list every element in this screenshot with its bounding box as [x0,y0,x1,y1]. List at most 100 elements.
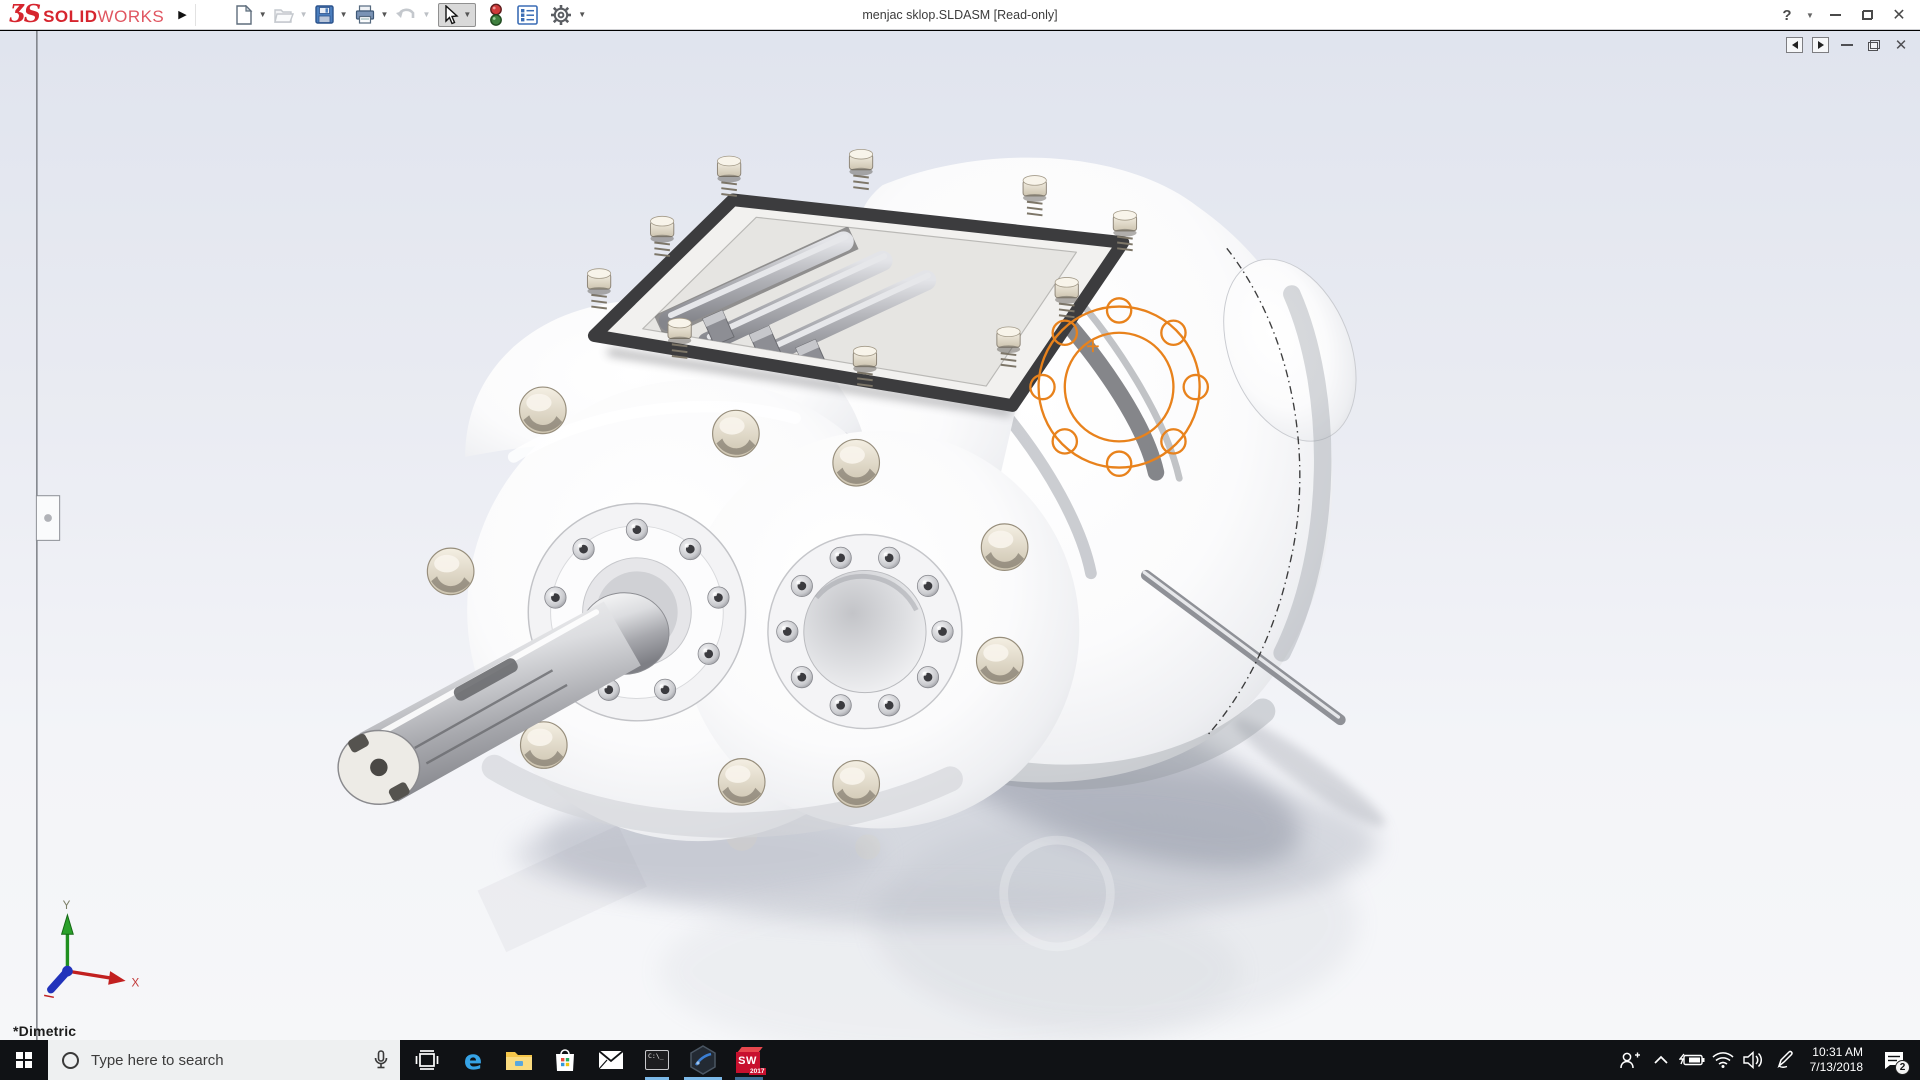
select-cursor-icon [445,4,459,24]
battery-charging-icon [1679,1053,1705,1066]
clock-time: 10:31 AM [1812,1045,1863,1059]
help-button[interactable]: ? [1774,3,1800,27]
brand-works-text: WORKS [97,7,165,26]
restore-icon [1861,10,1873,20]
options-gear-icon [551,4,572,25]
show-hidden-icons-button[interactable] [1648,1040,1675,1080]
task-view-button[interactable] [404,1040,450,1080]
new-dropdown-caret[interactable]: ▼ [259,10,267,19]
speaker-icon [1743,1051,1763,1069]
document-window-controls: ✕ [1786,37,1910,54]
action-center-button[interactable]: 2 [1874,1040,1914,1080]
view-orientation-label: *Dimetric [13,1023,77,1039]
battery-button[interactable] [1679,1040,1706,1080]
taskbar-clock[interactable]: 10:31 AM 7/13/2018 [1803,1045,1870,1075]
undo-button[interactable] [394,4,417,26]
wifi-button[interactable] [1710,1040,1737,1080]
solidworks-window: ƷS SOLID WORKS ▶ ▼ ▼ ▼ ▼ ▼ ▼ ▼ menjac sk… [0,0,1920,1080]
store-icon [556,1049,574,1071]
open-dropdown-caret[interactable]: ▼ [300,10,308,19]
doc-restore-button[interactable] [1865,37,1883,53]
doc-minimize-icon [1841,44,1853,46]
titlebar: ƷS SOLID WORKS ▶ ▼ ▼ ▼ ▼ ▼ ▼ ▼ menjac sk… [0,0,1920,30]
start-button[interactable] [0,1040,48,1080]
options-dropdown-caret[interactable]: ▼ [578,10,586,19]
feature-tree-divider[interactable] [35,31,61,1040]
solidworks-2017-icon: SW 2017 [735,1046,766,1075]
file-properties-button[interactable] [516,3,539,27]
chevron-up-icon [1654,1055,1668,1064]
hexagon-app-button[interactable] [680,1040,726,1080]
save-dropdown-caret[interactable]: ▼ [340,10,348,19]
wifi-icon [1712,1052,1734,1068]
doc-minimize-button[interactable] [1838,37,1856,53]
orientation-triad: X Y [43,899,139,999]
microphone-icon[interactable] [374,1050,388,1070]
triad-y-label: Y [63,899,71,912]
file-explorer-button[interactable] [496,1040,542,1080]
hexagon-app-icon [690,1045,716,1075]
rebuild-traffic-light-button[interactable] [488,1,504,29]
open-document-button[interactable] [273,4,295,26]
people-icon [1620,1052,1641,1069]
file-properties-icon [517,4,539,25]
save-button[interactable] [314,3,335,26]
mail-button[interactable] [588,1040,634,1080]
task-view-icon [415,1050,439,1070]
select-dropdown-caret[interactable]: ▼ [463,10,471,19]
triad-x-label: X [131,977,139,990]
undo-dropdown-caret[interactable]: ▼ [422,10,430,19]
command-prompt-button[interactable]: C:\_ [634,1040,680,1080]
help-dropdown-caret[interactable]: ▼ [1806,11,1816,20]
print-dropdown-caret[interactable]: ▼ [381,10,389,19]
file-explorer-icon [506,1052,532,1070]
notification-badge: 2 [1895,1060,1910,1075]
new-document-icon [236,4,253,25]
edge-button[interactable]: e [450,1040,496,1080]
windows-ink-button[interactable] [1772,1040,1799,1080]
mail-icon [598,1050,624,1070]
command-prompt-icon: C:\_ [645,1050,669,1070]
doc-restore-icon [1868,39,1880,51]
minimize-icon [1829,14,1841,16]
divider-grip-dot [44,514,52,522]
taskbar: e [0,1040,1920,1080]
left-arrow-icon [1791,41,1798,49]
select-tool-button[interactable]: ▼ [438,2,477,27]
menu-flyout-arrow-icon[interactable]: ▶ [178,8,186,21]
save-icon [314,5,334,24]
undo-icon [396,8,415,18]
search-input[interactable] [91,1051,374,1069]
main-toolbar: ▼ ▼ ▼ ▼ ▼ ▼ ▼ [232,1,590,29]
people-button[interactable] [1617,1040,1644,1080]
print-button[interactable] [354,3,376,26]
rebuild-traffic-light-icon [490,3,503,26]
solidworks-2017-button[interactable]: SW 2017 [726,1040,772,1080]
solidworks-logo-icon: ƷS [10,0,41,28]
graphics-viewport[interactable]: X Y ✕ *Dimetric [0,31,1920,1040]
system-tray: 10:31 AM 7/13/2018 2 [1617,1040,1920,1080]
print-icon [355,5,374,24]
cortana-icon [62,1051,79,1069]
doc-close-button[interactable]: ✕ [1892,37,1910,54]
store-button[interactable] [542,1040,588,1080]
close-button[interactable]: ✕ [1886,3,1912,27]
minimize-button[interactable] [1822,3,1848,27]
pen-icon [1777,1050,1793,1069]
volume-button[interactable] [1741,1040,1768,1080]
gearbox-model-canvas[interactable]: X Y [0,31,1920,1040]
new-document-button[interactable] [234,3,254,27]
next-pane-button[interactable] [1812,37,1829,53]
brand-solid-text: SOLID [43,7,98,26]
windows-logo-icon [16,1052,32,1068]
window-controls: ? ▼ ✕ [1774,0,1912,30]
previous-pane-button[interactable] [1786,37,1803,53]
open-document-icon [273,8,294,23]
restore-button[interactable] [1854,3,1880,27]
edge-icon: e [463,1044,483,1076]
taskbar-apps: e C:\_ SW 2017 [404,1040,772,1080]
taskbar-search[interactable] [48,1040,400,1080]
options-button[interactable] [549,2,573,28]
toolbar-separator [194,3,196,26]
clock-date: 7/13/2018 [1809,1060,1863,1074]
